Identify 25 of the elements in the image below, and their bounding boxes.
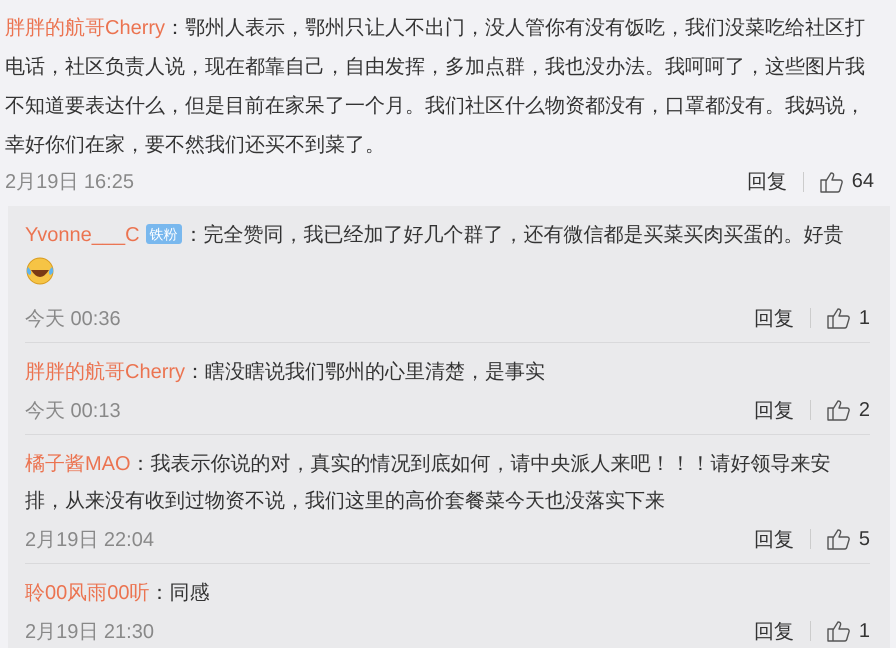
comment-text: 胖胖的航哥Cherry：鄂州人表示，鄂州只让人不出门，没人管你有没有饭吃，我们没菜吃给社区打电话，社区负责人说，现在都靠自己，自由发挥，多加点群，我也没办法。我呵呵了，这些图片我不知道要表达什么，但是目前在家呆了一个月。我们社区什么物资都没有，口罩都没有。我妈说，幸好你们在家，要不然我们还买不到菜了。	[5, 17, 866, 156]
thumbs-up-icon	[826, 399, 850, 421]
timestamp: 今天 00:13	[25, 398, 122, 424]
thumbs-up-icon	[826, 528, 850, 550]
reply-link[interactable]: 回复	[754, 304, 794, 332]
like-count: 1	[858, 306, 870, 330]
like-count: 1	[858, 620, 870, 642]
comment-text: Yvonne___C 铁粉 ：完全赞同，我已经加了好几个群了，还有微信都是买菜买肉买蛋的。好贵	[25, 224, 844, 283]
thumbs-up-icon	[826, 307, 850, 329]
timestamp: 2月19日 16:25	[5, 170, 135, 195]
comment-text: 胖胖的航哥Cherry：瞎没瞎说我们鄂州的心里清楚，是事实	[25, 361, 546, 383]
timestamp: 2月19日 21:30	[25, 620, 155, 644]
reply-link[interactable]: 回复	[746, 168, 787, 195]
thumbs-up-icon	[820, 170, 843, 192]
like-count: 2	[858, 398, 870, 422]
comment-text: 橘子酱MAO：我表示你说的对，真实的情况到底如何，请中央派人来吧！！！请好领导来安排，从来没有收到过物资不说，我们这里的高价套餐菜今天也没落实下来	[25, 453, 831, 512]
reply-link[interactable]: 回复	[754, 396, 794, 424]
like-count: 5	[858, 528, 870, 550]
timestamp: 2月19日 22:04	[25, 528, 155, 552]
reply-link[interactable]: 回复	[754, 526, 794, 552]
reply-link[interactable]: 回复	[754, 618, 794, 644]
thumbs-up-icon	[826, 620, 850, 642]
comment-text: 聆00风雨00听：同感	[25, 582, 210, 604]
timestamp: 今天 00:36	[25, 306, 122, 332]
like-count: 64	[852, 170, 874, 193]
